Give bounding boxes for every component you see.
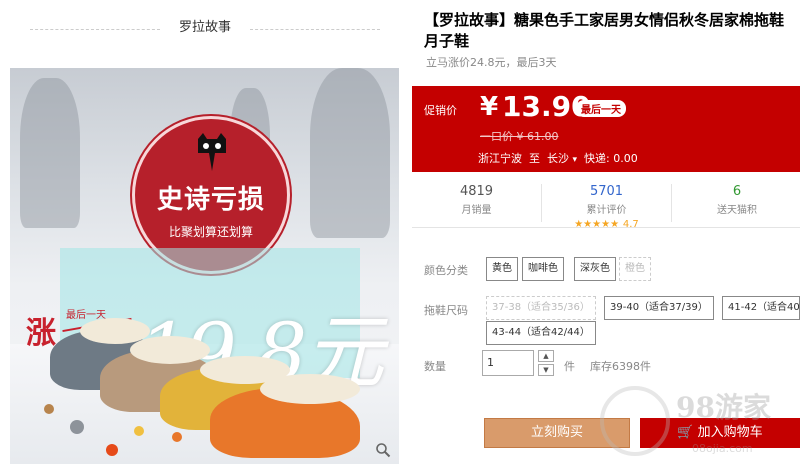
cart-icon: 🛒	[677, 425, 694, 440]
rating-value: 4.7	[622, 219, 639, 230]
size-option-37-38[interactable]: 37-38（适合35/36）	[486, 296, 596, 320]
review-count[interactable]: 5701 累计评价 ★★★★★ 4.7	[542, 184, 672, 230]
color-option-yellow[interactable]: 黄色	[486, 257, 518, 281]
zoom-icon[interactable]	[375, 442, 391, 458]
tree	[310, 68, 390, 238]
price-box: 促销价 ¥ 13.90 最后一天 一口价 ¥ 61.00 浙江宁波 至 长沙 ▾…	[412, 86, 800, 172]
tmall-points: 6 送天猫积	[672, 184, 800, 216]
quantity-input[interactable]: 1	[482, 350, 534, 376]
product-main-image[interactable]: 史诗亏损 比聚划算还划算 涨 最后一天 19.8元	[10, 68, 399, 464]
tmall-cat-icon	[198, 133, 226, 171]
slipper-fur	[260, 374, 360, 404]
review-count-label: 累计评价	[586, 205, 627, 216]
ship-from: 浙江宁波	[478, 152, 522, 165]
color-dot	[70, 420, 84, 434]
size-option-39-40[interactable]: 39-40（适合37/39）	[604, 296, 714, 320]
quantity-label: 数量	[424, 360, 446, 373]
tmall-points-num: 6	[732, 184, 742, 199]
last-day-badge: 最后一天	[576, 100, 626, 117]
promo-title: 史诗亏损	[156, 185, 265, 215]
color-option-darkgray[interactable]: 深灰色	[574, 257, 616, 281]
shipping-info: 浙江宁波 至 长沙 ▾ 快递: 0.00	[478, 150, 638, 166]
stock-info: 库存6398件	[590, 360, 651, 373]
quantity-decrease-icon[interactable]: ▼	[538, 364, 554, 376]
divider	[250, 29, 380, 30]
chevron-down-icon[interactable]: ▾	[573, 155, 578, 165]
quantity-unit: 件	[564, 360, 575, 373]
product-info: 【罗拉故事】糖果色手工家居男女情侣秋冬居家棉拖鞋 月子鞋 立马涨价24.8元，最…	[412, 0, 800, 464]
size-option-41-42[interactable]: 41-42（适合40	[722, 296, 800, 320]
color-dot	[172, 432, 182, 442]
size-label: 拖鞋尺码	[424, 304, 468, 317]
color-dots	[10, 398, 260, 464]
tmall-points-label: 送天猫积	[717, 205, 757, 216]
promo-subtitle: 比聚划算还划算	[168, 225, 253, 239]
buy-now-button[interactable]: 立刻购买	[484, 418, 630, 448]
color-option-coffee[interactable]: 咖啡色	[522, 257, 564, 281]
tree	[20, 78, 80, 228]
price-label: 促销价	[424, 104, 457, 117]
product-gallery: 罗拉故事 史诗亏损 比聚划算还划算 涨 最后一天 19.8元	[0, 0, 408, 464]
color-label: 颜色分类	[424, 264, 468, 277]
ship-to-label: 至	[529, 152, 540, 165]
product-title-line2: 月子鞋	[424, 32, 470, 50]
store-header: 罗拉故事	[30, 17, 380, 39]
store-name[interactable]: 罗拉故事	[179, 20, 231, 35]
original-price: 一口价 ¥ 61.00	[480, 130, 559, 143]
slipper-fur	[130, 336, 210, 364]
monthly-sales-count: 4819	[459, 184, 494, 199]
product-title: 【罗拉故事】糖果色手工家居男女情侣秋冬居家棉拖鞋	[424, 11, 785, 29]
quantity-increase-icon[interactable]: ▲	[538, 350, 554, 362]
promo-note: 立马涨价24.8元，最后3天	[426, 56, 557, 69]
ship-fee: 快递: 0.00	[584, 152, 638, 165]
divider	[30, 29, 160, 30]
add-to-cart-button[interactable]: 🛒 加入购物车	[640, 418, 800, 448]
size-option-43-44[interactable]: 43-44（适合42/44）	[486, 321, 596, 345]
color-dot	[44, 404, 54, 414]
color-dot	[106, 444, 118, 456]
color-option-orange[interactable]: 橙色	[619, 257, 651, 281]
rise-label: 涨	[26, 316, 56, 351]
monthly-sales: 4819 月销量	[412, 184, 542, 222]
sales-stats: 4819 月销量 5701 累计评价 ★★★★★ 4.7 6 送天猫积	[412, 178, 800, 230]
add-to-cart-label: 加入购物车	[697, 425, 763, 440]
ship-to-city[interactable]: 长沙	[547, 152, 569, 165]
star-rating-icon: ★★★★★	[574, 219, 620, 230]
review-count-num[interactable]: 5701	[542, 184, 671, 199]
monthly-sales-label: 月销量	[461, 205, 492, 216]
color-dot	[134, 426, 144, 436]
currency-symbol: ¥	[480, 92, 499, 122]
